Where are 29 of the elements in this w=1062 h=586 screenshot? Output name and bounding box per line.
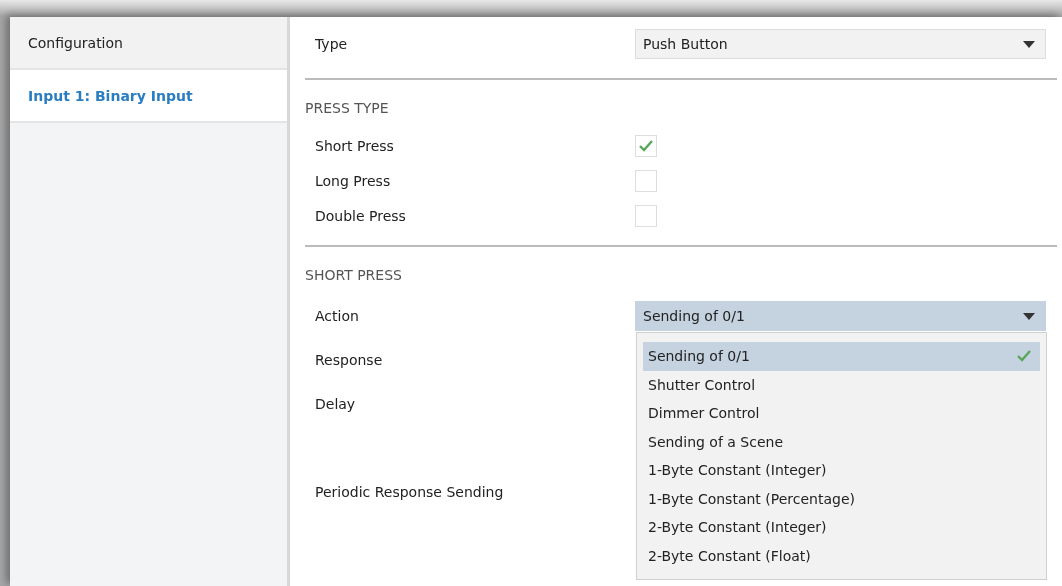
type-dropdown[interactable]: Push Button [635, 29, 1046, 59]
field-label: Type [314, 36, 349, 52]
checkmark-icon [638, 138, 654, 153]
dropdown-option[interactable]: Sending of 0/1 [643, 342, 1040, 371]
dropdown-option[interactable]: Shutter Control [643, 370, 1040, 399]
dropdown-option[interactable]: 1-Byte Constant (Percentage) [643, 484, 1040, 513]
dropdown-option[interactable]: 1-Byte Constant (Integer) [643, 456, 1040, 485]
dropdown-arrow-icon [1023, 40, 1035, 48]
dropdown-option[interactable]: Sending of a Scene [643, 427, 1040, 456]
sidebar-item[interactable]: Configuration [10, 17, 287, 70]
checkbox-label: Long Press [314, 172, 392, 189]
field-label: Periodic Response Sending [314, 484, 504, 500]
field-label: Response [314, 352, 383, 368]
checkbox[interactable] [635, 134, 657, 157]
checkbox-label: Double Press [314, 207, 407, 224]
dropdown-option[interactable]: Dimmer Control [643, 399, 1040, 428]
field-label: Action [314, 308, 360, 324]
checkbox[interactable] [635, 169, 657, 192]
section-heading: PRESS TYPE [305, 100, 390, 118]
checkbox-label: Short Press [314, 137, 395, 154]
checkbox[interactable] [635, 204, 657, 227]
field-label: Delay [314, 396, 356, 412]
dropdown-option[interactable]: 2-Byte Constant (Float) [643, 541, 1040, 570]
checkmark-icon [1016, 349, 1032, 364]
section-heading: SHORT PRESS [305, 267, 403, 285]
dropdown-option[interactable]: 2-Byte Constant (Integer) [643, 513, 1040, 542]
action-dropdown[interactable]: Sending of 0/1 [635, 301, 1046, 331]
dropdown-arrow-icon [1023, 312, 1035, 320]
sidebar-item[interactable]: Input 1: Binary Input [10, 70, 287, 123]
